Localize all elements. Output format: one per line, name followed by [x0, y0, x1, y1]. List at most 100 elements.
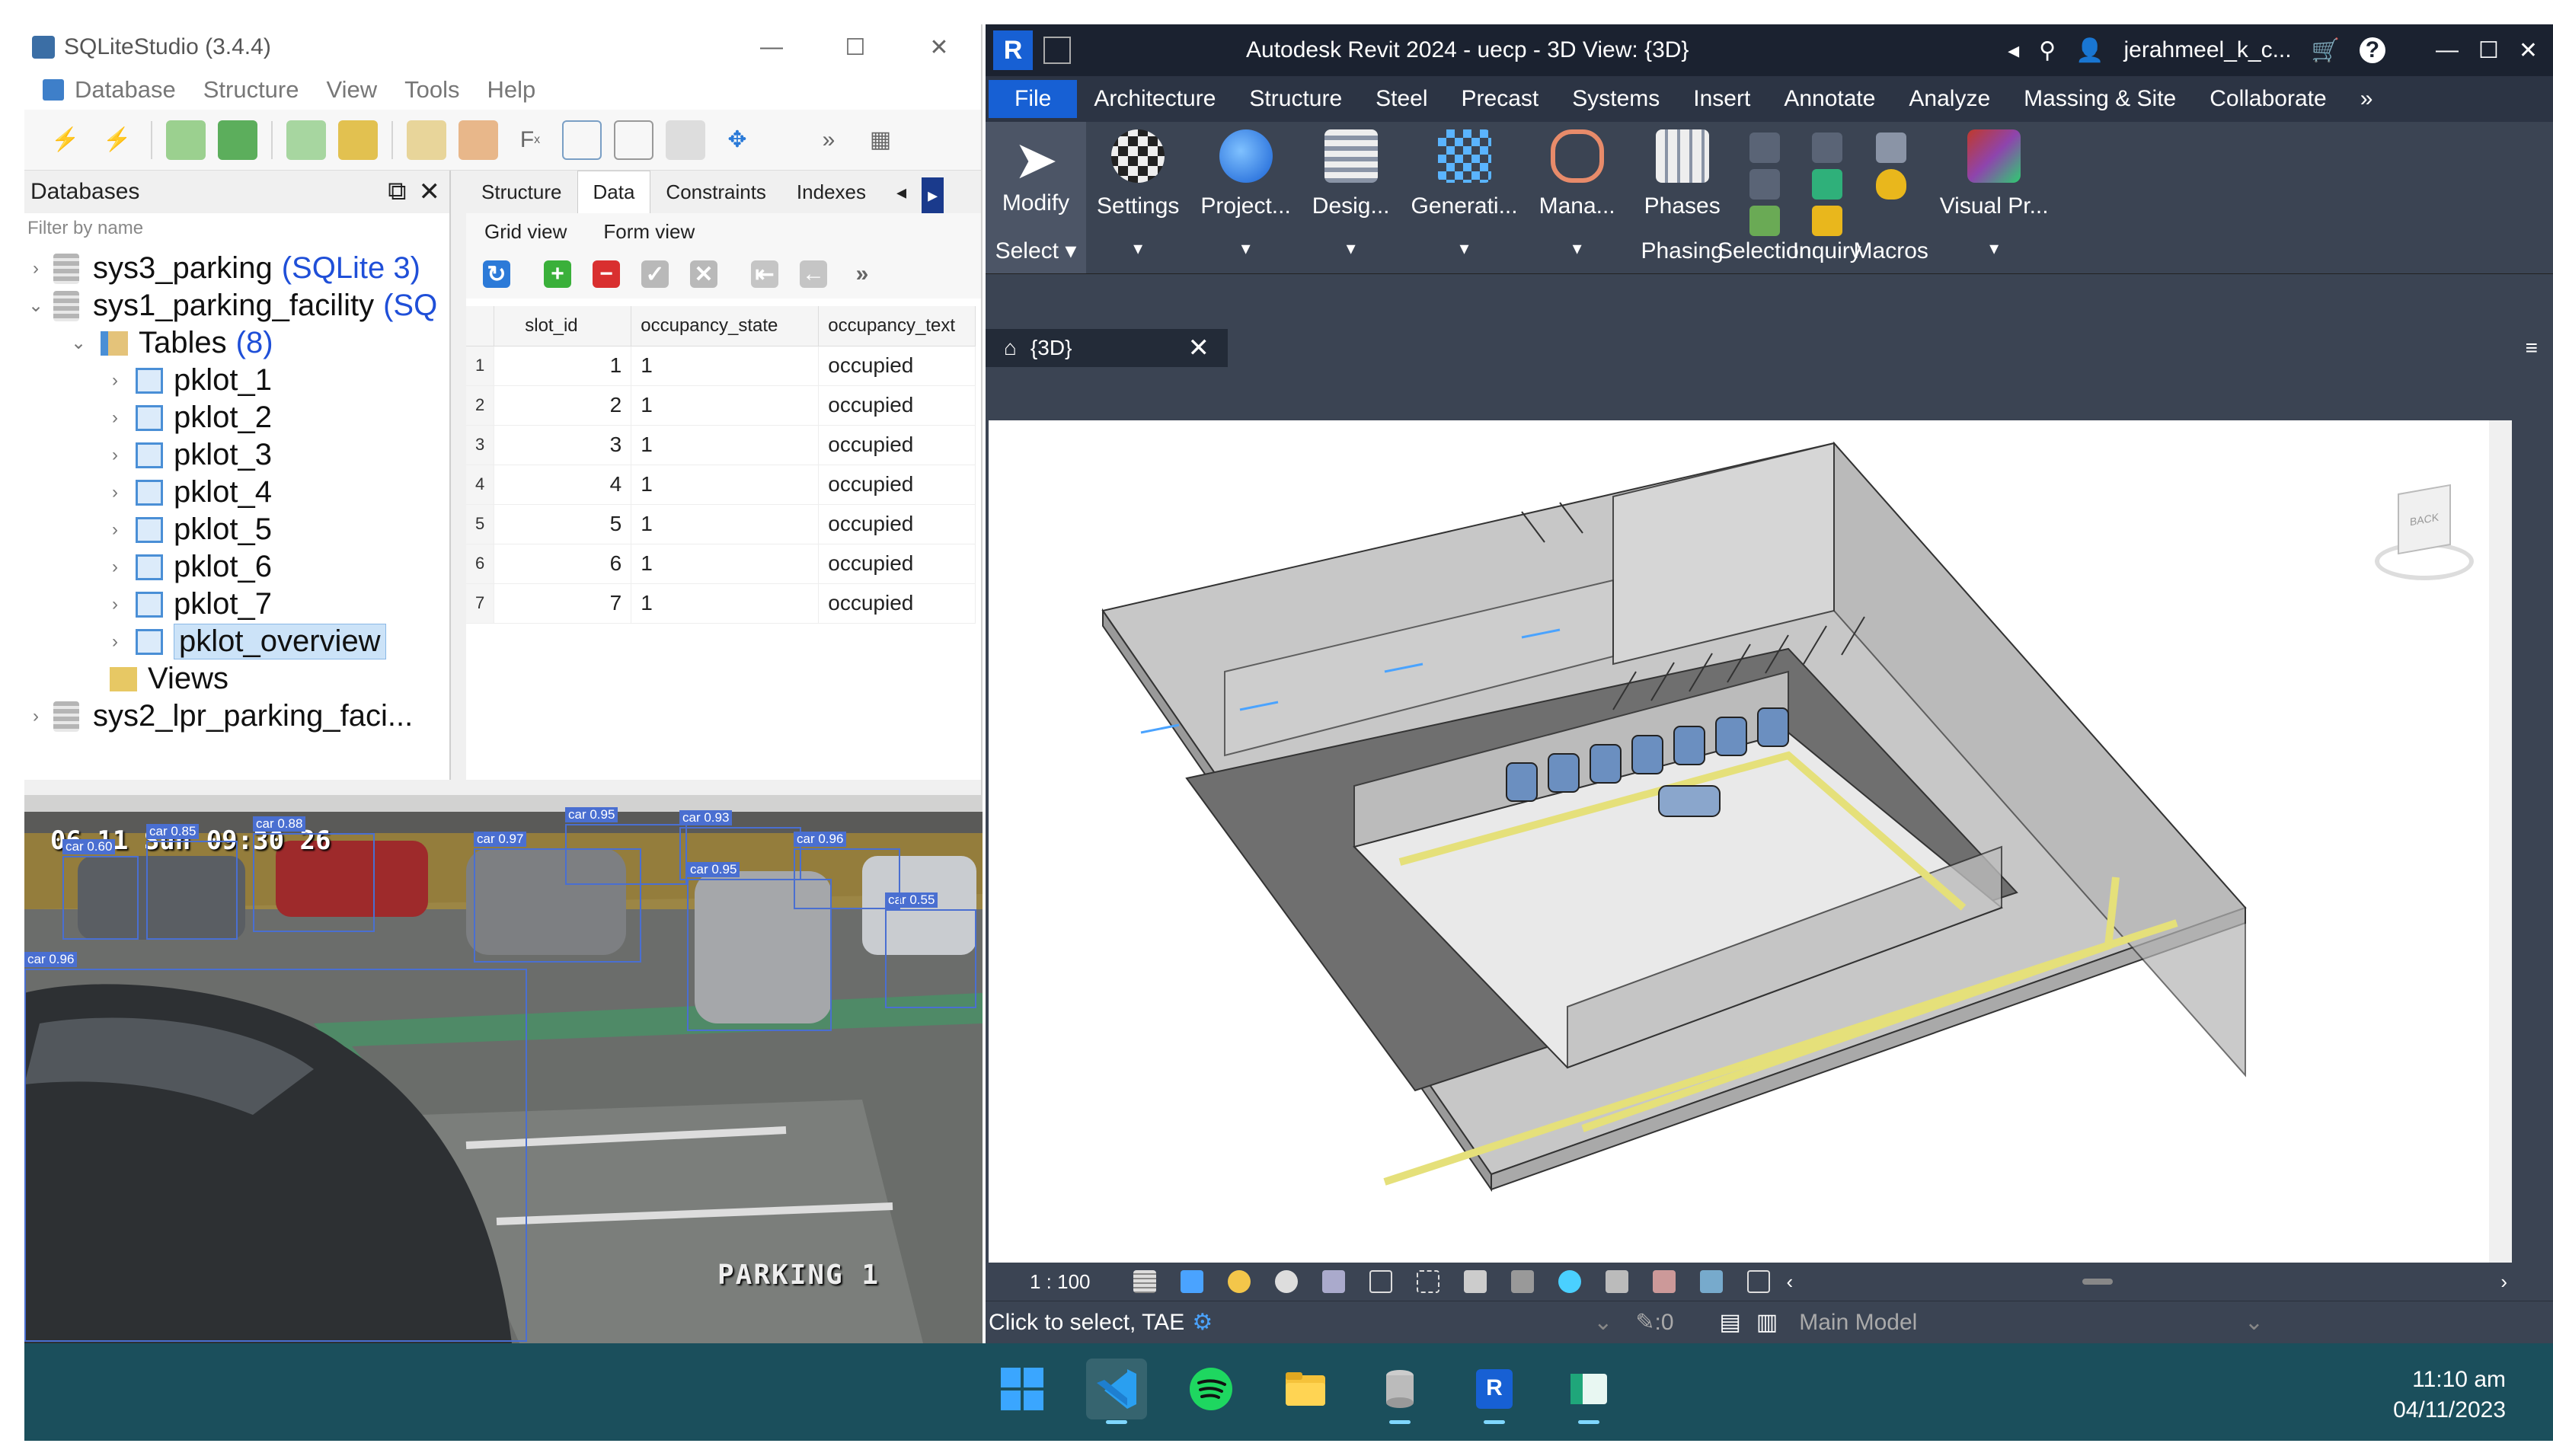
expand-icon[interactable]: › [24, 706, 47, 727]
reveal-hidden-icon[interactable] [1558, 1270, 1581, 1293]
temporary-hide-icon[interactable] [1510, 1270, 1534, 1293]
dropdown-chevron-icon[interactable]: ⌄ [1593, 1309, 1612, 1336]
history-icon[interactable] [459, 120, 498, 160]
tree-db-sys1[interactable]: ⌄ sys1_parking_facility (SQ [24, 287, 449, 324]
collapse-icon[interactable]: ⌄ [24, 295, 47, 317]
undock-icon[interactable]: ⧉ [388, 177, 406, 207]
tree-table-pklot-7[interactable]: › pklot_7 [24, 586, 449, 623]
macro-security-icon[interactable] [1875, 169, 1906, 200]
menu-structure[interactable]: Structure [203, 76, 299, 104]
select-by-id-icon[interactable] [1811, 169, 1842, 200]
taskbar-revit[interactable]: R [1464, 1359, 1525, 1424]
crop-region-icon[interactable] [1416, 1270, 1439, 1293]
binoculars-icon[interactable]: ⚲ [2039, 37, 2056, 64]
user-account[interactable]: jerahmeel_k_c... [2123, 37, 2291, 63]
scroll-right-icon[interactable]: › [2500, 1270, 2507, 1294]
shadows-icon[interactable] [1274, 1270, 1298, 1293]
select-links-icon[interactable] [1749, 133, 1780, 163]
tabs-scroll-left-icon[interactable]: ◂ [881, 180, 922, 213]
extensions-icon[interactable] [614, 120, 653, 160]
viewcube[interactable]: BACK [2360, 481, 2481, 588]
3d-viewport[interactable]: BACK [989, 420, 2512, 1263]
column-header[interactable]: occupancy_state [631, 306, 820, 346]
functions-icon[interactable]: Fx [510, 120, 550, 160]
modify-button[interactable]: ➤ Modify Select ▾ [986, 122, 1086, 273]
tab-form-view[interactable]: Form view [603, 220, 695, 244]
sql-editor-icon[interactable] [407, 120, 446, 160]
tree-table-pklot-5[interactable]: › pklot_5 [24, 511, 449, 548]
maximize-button[interactable]: ☐ [813, 34, 897, 61]
tab-data[interactable]: Data [577, 171, 651, 213]
select-pinned-icon[interactable] [1749, 169, 1780, 200]
add-database-icon[interactable] [166, 120, 206, 160]
close-view-icon[interactable]: ✕ [1188, 333, 1210, 363]
tab-systems[interactable]: Systems [1555, 86, 1676, 112]
expand-icon[interactable]: › [24, 258, 47, 279]
tree-table-pklot-2[interactable]: › pklot_2 [24, 399, 449, 436]
close-button[interactable]: ✕ [897, 34, 981, 61]
tab-file[interactable]: File [989, 80, 1078, 118]
filter-input[interactable]: Filter by name [24, 213, 449, 244]
crop-view-icon[interactable] [1369, 1270, 1392, 1293]
detail-level-icon[interactable] [1133, 1270, 1156, 1293]
tree-table-pklot-3[interactable]: › pklot_3 [24, 436, 449, 474]
view-scale[interactable]: 1 : 100 [1030, 1270, 1091, 1294]
new-table-icon[interactable] [286, 120, 326, 160]
panel-close-icon[interactable]: ✕ [419, 177, 441, 207]
visual-programming-button[interactable]: Visual Pr... ▾ [1917, 122, 2059, 273]
menu-view[interactable]: View [327, 76, 378, 104]
tree-tables-folder[interactable]: ⌄ Tables (8) [24, 324, 449, 362]
tab-structure[interactable]: Structure [466, 180, 577, 213]
table-row[interactable]: 2 2 1 occupied [466, 385, 976, 426]
first-page-icon[interactable]: ⇤ [751, 260, 778, 288]
select-dropdown[interactable]: Select ▾ [995, 238, 1077, 264]
tab-grid-view[interactable]: Grid view [484, 220, 567, 244]
table-row[interactable]: 5 5 1 occupied [466, 504, 976, 544]
minimize-button[interactable]: — [730, 34, 813, 61]
more-icon[interactable]: » [848, 260, 876, 288]
tabs-scroll-right-icon[interactable]: ▸ [922, 177, 944, 213]
visual-style-icon[interactable] [1180, 1270, 1203, 1293]
commit-icon[interactable]: ✓ [641, 260, 669, 288]
maximize-button[interactable]: ☐ [2478, 37, 2499, 64]
tree-db-sys3[interactable]: › sys3_parking (SQLite 3) [24, 250, 449, 287]
taskbar-vscode[interactable] [1086, 1359, 1147, 1424]
tab-collaborate[interactable]: Collaborate [2193, 86, 2343, 112]
tab-indexes[interactable]: Indexes [781, 180, 881, 213]
warnings-icon[interactable] [1811, 206, 1842, 236]
tab-architecture[interactable]: Architecture [1077, 86, 1232, 112]
sun-path-icon[interactable] [1227, 1270, 1251, 1293]
close-button[interactable]: ✕ [2519, 37, 2538, 64]
tab-insert[interactable]: Insert [1676, 86, 1767, 112]
tree-table-pklot-6[interactable]: › pklot_6 [24, 548, 449, 586]
tree-table-pklot-1[interactable]: › pklot_1 [24, 362, 449, 399]
tab-constraints[interactable]: Constraints [650, 180, 781, 213]
viewcube-face[interactable]: BACK [2398, 484, 2451, 555]
status-filter-icon[interactable]: ⚙ [1192, 1309, 1213, 1336]
tab-annotate[interactable]: Annotate [1767, 86, 1892, 112]
window-list-icon[interactable]: ▦ [861, 120, 900, 160]
generation-button[interactable]: Generati... ▾ [1401, 122, 1529, 273]
quick-access-icon[interactable] [1043, 37, 1071, 64]
back-arrow-icon[interactable]: ◂ [2008, 37, 2019, 64]
column-header[interactable]: slot_id [494, 306, 632, 346]
scroll-left-icon[interactable]: ‹ [1787, 1270, 1794, 1294]
cart-icon[interactable]: 🛒 [2312, 37, 2340, 64]
ids-icon[interactable] [1811, 133, 1842, 163]
unlocked-view-icon[interactable] [1463, 1270, 1487, 1293]
tab-analyze[interactable]: Analyze [1892, 86, 2007, 112]
start-button[interactable] [992, 1359, 1053, 1419]
render-icon[interactable] [1321, 1270, 1345, 1293]
tree-views-folder[interactable]: Views [24, 660, 449, 698]
more-toolbar-icon[interactable]: » [809, 120, 848, 160]
project-button[interactable]: Project... ▾ [1190, 122, 1301, 273]
fit-icon[interactable]: ✥ [717, 120, 757, 160]
refresh-icon[interactable]: ↻ [483, 260, 510, 288]
taskbar-file-explorer[interactable] [1275, 1359, 1336, 1419]
settings-button[interactable]: Settings ▾ [1086, 122, 1190, 273]
connect-icon[interactable]: ⚡ [46, 120, 85, 160]
table-row[interactable]: 3 3 1 occupied [466, 425, 976, 465]
tab-structure[interactable]: Structure [1232, 86, 1359, 112]
insert-row-icon[interactable]: + [544, 260, 571, 288]
previous-page-icon[interactable]: ← [800, 260, 827, 288]
